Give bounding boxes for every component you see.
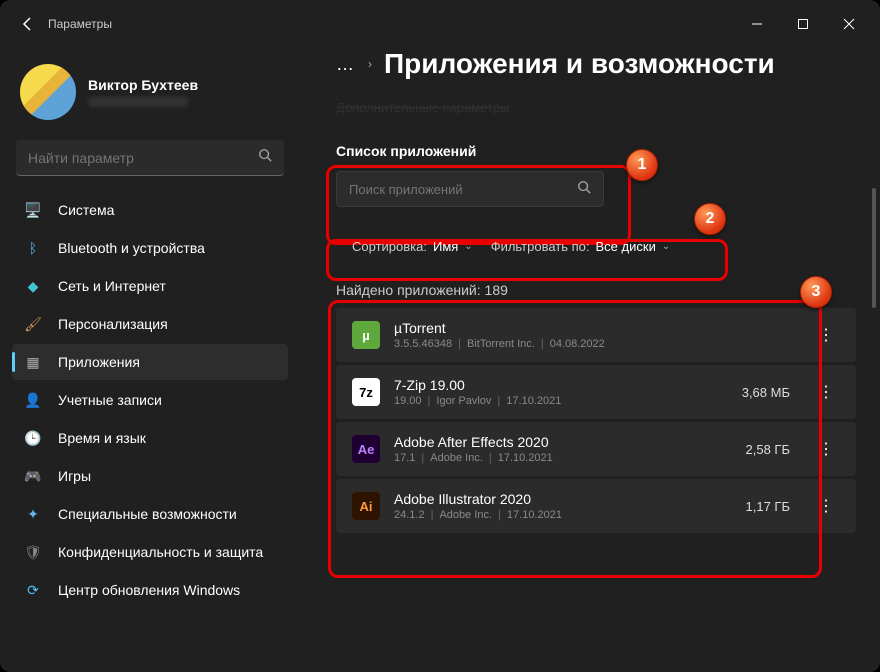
minimize-button[interactable] bbox=[734, 8, 780, 40]
app-size: 3,68 МБ bbox=[742, 385, 790, 400]
sort-dropdown[interactable]: Сортировка: Имя ⌄ bbox=[352, 239, 473, 254]
maximize-button[interactable] bbox=[780, 8, 826, 40]
app-more-button[interactable]: ⋮ bbox=[812, 492, 840, 520]
app-meta: 3.5.5.46348|BitTorrent Inc.|04.08.2022 bbox=[394, 338, 776, 350]
sidebar-item[interactable]: 🖥️ Система bbox=[12, 192, 288, 228]
back-button[interactable] bbox=[8, 4, 48, 44]
nav-label: Bluetooth и устройства bbox=[58, 240, 205, 256]
scrollbar[interactable] bbox=[872, 188, 876, 308]
user-email bbox=[88, 97, 188, 107]
breadcrumb: … › Приложения и возможности bbox=[336, 48, 856, 80]
nav-icon: 🕒 bbox=[24, 429, 42, 447]
app-more-button[interactable]: ⋮ bbox=[812, 321, 840, 349]
nav-icon: ✦ bbox=[24, 505, 42, 523]
nav-icon: ◆ bbox=[24, 277, 42, 295]
nav-label: Специальные возможности bbox=[58, 506, 237, 522]
app-icon: µ bbox=[352, 321, 380, 349]
sidebar-item[interactable]: ✦ Специальные возможности bbox=[12, 496, 288, 532]
chevron-down-icon: ⌄ bbox=[662, 241, 670, 252]
chevron-right-icon: › bbox=[368, 57, 372, 71]
app-search[interactable] bbox=[336, 171, 604, 207]
avatar bbox=[20, 64, 76, 120]
app-row[interactable]: Ae Adobe After Effects 2020 17.1|Adobe I… bbox=[336, 422, 856, 476]
callout-1: 1 bbox=[626, 149, 658, 181]
settings-search[interactable] bbox=[16, 140, 284, 176]
nav-icon: 🖌 bbox=[24, 315, 42, 333]
nav-icon: 👤 bbox=[24, 391, 42, 409]
nav-icon: ᛒ bbox=[24, 239, 42, 257]
app-row[interactable]: Ai Adobe Illustrator 2020 24.1.2|Adobe I… bbox=[336, 479, 856, 533]
nav-label: Центр обновления Windows bbox=[58, 582, 240, 598]
filter-dropdown[interactable]: Фильтровать по: Все диски ⌄ bbox=[491, 239, 671, 254]
app-size: 2,58 ГБ bbox=[746, 442, 790, 457]
search-icon bbox=[577, 180, 591, 199]
sidebar-item[interactable]: ▦ Приложения bbox=[12, 344, 288, 380]
nav-label: Приложения bbox=[58, 354, 140, 370]
sidebar-item[interactable]: 👤 Учетные записи bbox=[12, 382, 288, 418]
nav-label: Время и язык bbox=[58, 430, 146, 446]
close-button[interactable] bbox=[826, 8, 872, 40]
chevron-down-icon: ⌄ bbox=[464, 241, 472, 252]
app-search-input[interactable] bbox=[349, 182, 577, 197]
app-list: µ µTorrent 3.5.5.46348|BitTorrent Inc.|0… bbox=[336, 308, 856, 533]
search-icon bbox=[258, 148, 272, 167]
callout-2: 2 bbox=[694, 203, 726, 235]
app-name: Adobe After Effects 2020 bbox=[394, 434, 732, 450]
app-name: Adobe Illustrator 2020 bbox=[394, 491, 732, 507]
sidebar-item[interactable]: 🎮 Игры bbox=[12, 458, 288, 494]
app-meta: 17.1|Adobe Inc.|17.10.2021 bbox=[394, 452, 732, 464]
found-count: Найдено приложений: 189 bbox=[336, 282, 856, 298]
nav-icon: 🛡 bbox=[24, 543, 42, 561]
nav: 🖥️ Система ᛒ Bluetooth и устройства ◆ Сеть и … bbox=[12, 192, 288, 672]
settings-search-input[interactable] bbox=[28, 150, 258, 166]
app-meta: 19.00|Igor Pavlov|17.10.2021 bbox=[394, 395, 728, 407]
app-more-button[interactable]: ⋮ bbox=[812, 435, 840, 463]
nav-label: Игры bbox=[58, 468, 91, 484]
sidebar-item[interactable]: 🖌 Персонализация bbox=[12, 306, 288, 342]
nav-icon: ⟳ bbox=[24, 581, 42, 599]
truncated-text: Дополнительные параметры bbox=[336, 100, 856, 115]
nav-icon: ▦ bbox=[24, 353, 42, 371]
section-title: Список приложений bbox=[336, 143, 856, 159]
sidebar-item[interactable]: ⟳ Центр обновления Windows bbox=[12, 572, 288, 608]
titlebar: Параметры bbox=[0, 0, 880, 48]
app-name: 7-Zip 19.00 bbox=[394, 377, 728, 393]
sidebar-item[interactable]: 🛡 Конфиденциальность и защита bbox=[12, 534, 288, 570]
app-more-button[interactable]: ⋮ bbox=[812, 378, 840, 406]
breadcrumb-more[interactable]: … bbox=[336, 54, 356, 75]
nav-label: Сеть и Интернет bbox=[58, 278, 166, 294]
user-name: Виктор Бухтеев bbox=[88, 77, 198, 93]
app-row[interactable]: 7z 7-Zip 19.00 19.00|Igor Pavlov|17.10.2… bbox=[336, 365, 856, 419]
window-title: Параметры bbox=[48, 17, 112, 31]
page-title: Приложения и возможности bbox=[384, 48, 775, 80]
app-name: µTorrent bbox=[394, 320, 776, 336]
sidebar-item[interactable]: 🕒 Время и язык bbox=[12, 420, 288, 456]
app-icon: 7z bbox=[352, 378, 380, 406]
callout-3: 3 bbox=[800, 276, 832, 308]
nav-label: Система bbox=[58, 202, 114, 218]
app-icon: Ai bbox=[352, 492, 380, 520]
app-icon: Ae bbox=[352, 435, 380, 463]
sidebar-item[interactable]: ᛒ Bluetooth и устройства bbox=[12, 230, 288, 266]
sidebar-item[interactable]: ◆ Сеть и Интернет bbox=[12, 268, 288, 304]
nav-label: Учетные записи bbox=[58, 392, 162, 408]
app-row[interactable]: µ µTorrent 3.5.5.46348|BitTorrent Inc.|0… bbox=[336, 308, 856, 362]
nav-icon: 🖥️ bbox=[24, 201, 42, 219]
app-meta: 24.1.2|Adobe Inc.|17.10.2021 bbox=[394, 509, 732, 521]
app-size: 1,17 ГБ bbox=[746, 499, 790, 514]
nav-label: Персонализация bbox=[58, 316, 168, 332]
nav-label: Конфиденциальность и защита bbox=[58, 544, 263, 560]
nav-icon: 🎮 bbox=[24, 467, 42, 485]
user-profile[interactable]: Виктор Бухтеев bbox=[12, 48, 288, 140]
